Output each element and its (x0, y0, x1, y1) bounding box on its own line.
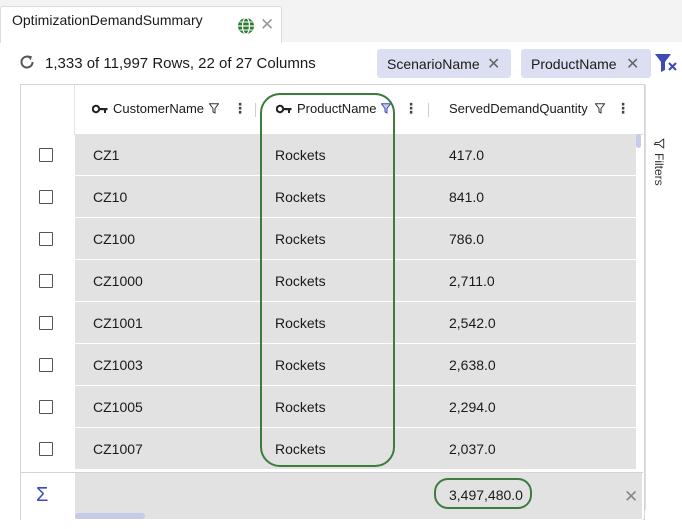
column-menu-icon[interactable]: ⋮ (233, 101, 247, 115)
row-checkbox[interactable] (39, 316, 53, 330)
row-checkbox[interactable] (39, 358, 53, 372)
row-column-summary: 1,333 of 11,997 Rows, 22 of 27 Columns (45, 55, 316, 72)
row-checkbox[interactable] (39, 148, 53, 162)
filter-chip-scenario-name[interactable]: ScenarioName ✕ (377, 49, 511, 78)
row-checkbox[interactable] (39, 442, 53, 456)
tab-title: OptimizationDemandSummary (12, 12, 203, 28)
cell-served-demand-quantity[interactable]: 2,542.0 (449, 315, 496, 331)
chip-label: ScenarioName (387, 56, 480, 72)
key-icon (92, 104, 108, 113)
sum-icon[interactable]: Σ (36, 484, 48, 507)
globe-icon (238, 17, 254, 35)
cell-served-demand-quantity[interactable]: 2,711.0 (449, 273, 495, 289)
cell-served-demand-quantity[interactable]: 417.0 (449, 147, 484, 163)
checkbox-cell (21, 218, 74, 259)
cell-customer-name[interactable]: CZ1001 (93, 315, 143, 331)
clear-filters-icon[interactable] (654, 52, 678, 74)
column-filter-icon[interactable] (594, 103, 605, 114)
column-menu-icon[interactable]: ⋮ (616, 101, 630, 115)
cell-customer-name[interactable]: CZ10 (93, 189, 127, 205)
filter-icon (653, 138, 665, 149)
checkbox-cell (21, 344, 74, 385)
header-divider (74, 85, 75, 134)
product-name-column-highlight (260, 93, 395, 467)
cell-served-demand-quantity[interactable]: 2,638.0 (449, 357, 496, 373)
checkbox-cell (21, 386, 74, 427)
chip-close-icon[interactable]: ✕ (626, 54, 639, 74)
checkbox-cell (21, 428, 74, 469)
cell-customer-name[interactable]: CZ1005 (93, 399, 143, 415)
refresh-icon[interactable] (17, 52, 37, 72)
filters-panel-toggle[interactable]: Filters (652, 138, 666, 186)
tab-close-icon[interactable]: ✕ (260, 16, 274, 33)
cell-customer-name[interactable]: CZ1007 (93, 441, 143, 457)
column-header-served-demand-quantity[interactable]: ServedDemandQuantity (449, 101, 605, 116)
total-highlight (434, 478, 532, 509)
column-header-customer-name[interactable]: CustomerName (92, 101, 220, 116)
cell-customer-name[interactable]: CZ1 (93, 147, 119, 163)
cell-served-demand-quantity[interactable]: 786.0 (449, 231, 484, 247)
cell-customer-name[interactable]: CZ1000 (93, 273, 143, 289)
vertical-scrollbar-thumb[interactable] (636, 134, 641, 148)
row-checkbox[interactable] (39, 400, 53, 414)
column-menu-icon[interactable]: ⋮ (404, 101, 418, 115)
checkbox-cell (21, 260, 74, 301)
row-checkbox[interactable] (39, 274, 53, 288)
row-checkbox[interactable] (39, 232, 53, 246)
checkbox-cell (21, 176, 74, 217)
checkbox-cell (21, 302, 74, 343)
filter-chip-product-name[interactable]: ProductName ✕ (521, 49, 651, 78)
filters-label: Filters (652, 153, 666, 186)
footer-close-icon[interactable]: ✕ (624, 487, 638, 507)
cell-served-demand-quantity[interactable]: 2,294.0 (449, 399, 496, 415)
horizontal-scrollbar-thumb[interactable] (75, 513, 145, 519)
footer-aggregate-row (75, 473, 642, 519)
checkbox-cell (21, 134, 74, 175)
column-separator[interactable] (428, 103, 429, 117)
chip-close-icon[interactable]: ✕ (487, 54, 500, 74)
column-header-label: CustomerName (113, 101, 205, 116)
row-checkbox[interactable] (39, 190, 53, 204)
column-filter-icon[interactable] (209, 103, 220, 114)
cell-customer-name[interactable]: CZ100 (93, 231, 135, 247)
column-header-label: ServedDemandQuantity (449, 101, 588, 116)
chip-label: ProductName (531, 56, 617, 72)
column-separator[interactable] (255, 103, 256, 117)
cell-customer-name[interactable]: CZ1003 (93, 357, 143, 373)
cell-served-demand-quantity[interactable]: 841.0 (449, 189, 484, 205)
cell-served-demand-quantity[interactable]: 2,037.0 (449, 441, 496, 457)
